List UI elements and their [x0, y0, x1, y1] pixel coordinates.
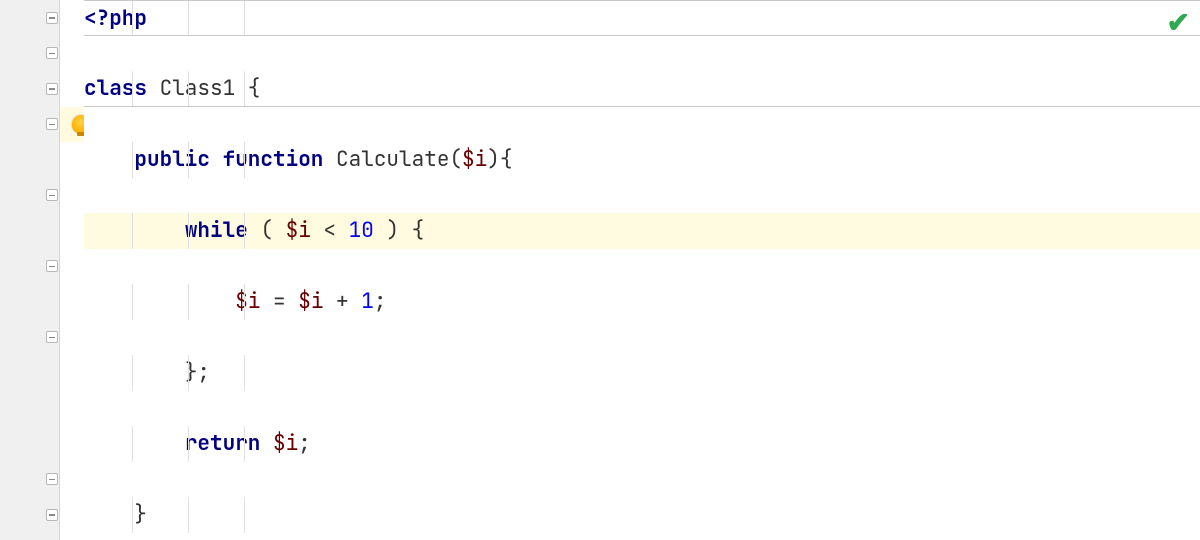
token-num: 10	[349, 217, 374, 244]
indent-guide	[244, 1, 245, 35]
indent-guide	[132, 355, 133, 391]
token-ws	[84, 501, 134, 528]
code-line[interactable]: <?php	[84, 0, 1200, 36]
indent-guide	[132, 284, 133, 320]
token-punct: =	[260, 288, 298, 315]
indent-guide	[132, 426, 133, 462]
token-var: $i	[298, 288, 323, 315]
token-punct: ){	[487, 146, 512, 173]
fold-end-icon[interactable]	[0, 497, 60, 533]
indent-guide	[188, 284, 189, 320]
indent-guide	[132, 142, 133, 178]
token-fn-name: Calculate	[336, 146, 449, 173]
fold-end-icon[interactable]	[0, 462, 60, 498]
indent-guide	[132, 497, 133, 533]
indent-guide	[244, 426, 245, 462]
token-kw: return	[185, 430, 273, 457]
indent-guide	[188, 213, 189, 249]
indent-guide	[132, 213, 133, 249]
token-punct: ;	[374, 288, 387, 315]
token-punct: (	[449, 146, 462, 173]
token-var: $i	[286, 217, 311, 244]
token-ws	[84, 359, 185, 386]
fold-collapse-icon[interactable]	[0, 107, 60, 143]
gutter	[0, 0, 60, 540]
indent-guide	[244, 497, 245, 533]
indent-guide	[188, 355, 189, 391]
indent-guide	[188, 497, 189, 533]
indent-guide	[188, 142, 189, 178]
indent-guide	[132, 1, 133, 35]
fold-collapse-icon[interactable]	[0, 36, 60, 72]
token-var: $i	[273, 430, 298, 457]
fold-end-icon[interactable]	[0, 249, 60, 285]
indent-guide	[188, 1, 189, 35]
token-punct: ) {	[374, 217, 424, 244]
code-line[interactable]: return $i;	[84, 426, 1200, 462]
fold-end-icon[interactable]	[0, 178, 60, 214]
token-var: $i	[235, 288, 260, 315]
indent-guide	[244, 142, 245, 178]
gutter-extra	[60, 0, 84, 540]
token-php-tag: <?php	[84, 5, 147, 32]
token-var: $i	[462, 146, 487, 173]
indent-guide	[244, 213, 245, 249]
code-line[interactable]: };	[84, 355, 1200, 391]
indent-guide	[132, 71, 133, 106]
token-punct: +	[323, 288, 361, 315]
token-ws	[84, 146, 134, 173]
token-punct: ;	[298, 430, 311, 457]
token-ws	[84, 288, 235, 315]
token-kw: while	[185, 217, 261, 244]
code-line[interactable]: $i = $i + 1;	[84, 284, 1200, 320]
fold-collapse-icon[interactable]	[0, 71, 60, 107]
token-punct: Class1 {	[160, 75, 261, 102]
token-num: 1	[361, 288, 374, 315]
indent-guide	[188, 71, 189, 106]
token-punct: <	[311, 217, 349, 244]
indent-guide	[244, 355, 245, 391]
token-punct: (	[260, 217, 285, 244]
indent-guide	[244, 284, 245, 320]
indent-guide	[188, 426, 189, 462]
fold-collapse-icon[interactable]	[0, 320, 60, 356]
code-line[interactable]: while ( $i < 10 ) {	[84, 213, 1200, 249]
code-area[interactable]: ✔ <?phpclass Class1 { public function Ca…	[84, 0, 1200, 540]
code-editor: ✔ <?phpclass Class1 { public function Ca…	[0, 0, 1200, 540]
code-line[interactable]: }	[84, 497, 1200, 533]
token-kw: public function	[134, 146, 336, 173]
token-ws	[84, 217, 185, 244]
indent-guide	[244, 71, 245, 106]
code-line[interactable]: class Class1 {	[84, 71, 1200, 107]
token-punct: }	[134, 501, 147, 528]
token-ws	[84, 430, 185, 457]
code-line[interactable]: public function Calculate($i){	[84, 142, 1200, 178]
token-kw: class	[84, 75, 160, 102]
fold-collapse-icon[interactable]	[0, 0, 60, 36]
